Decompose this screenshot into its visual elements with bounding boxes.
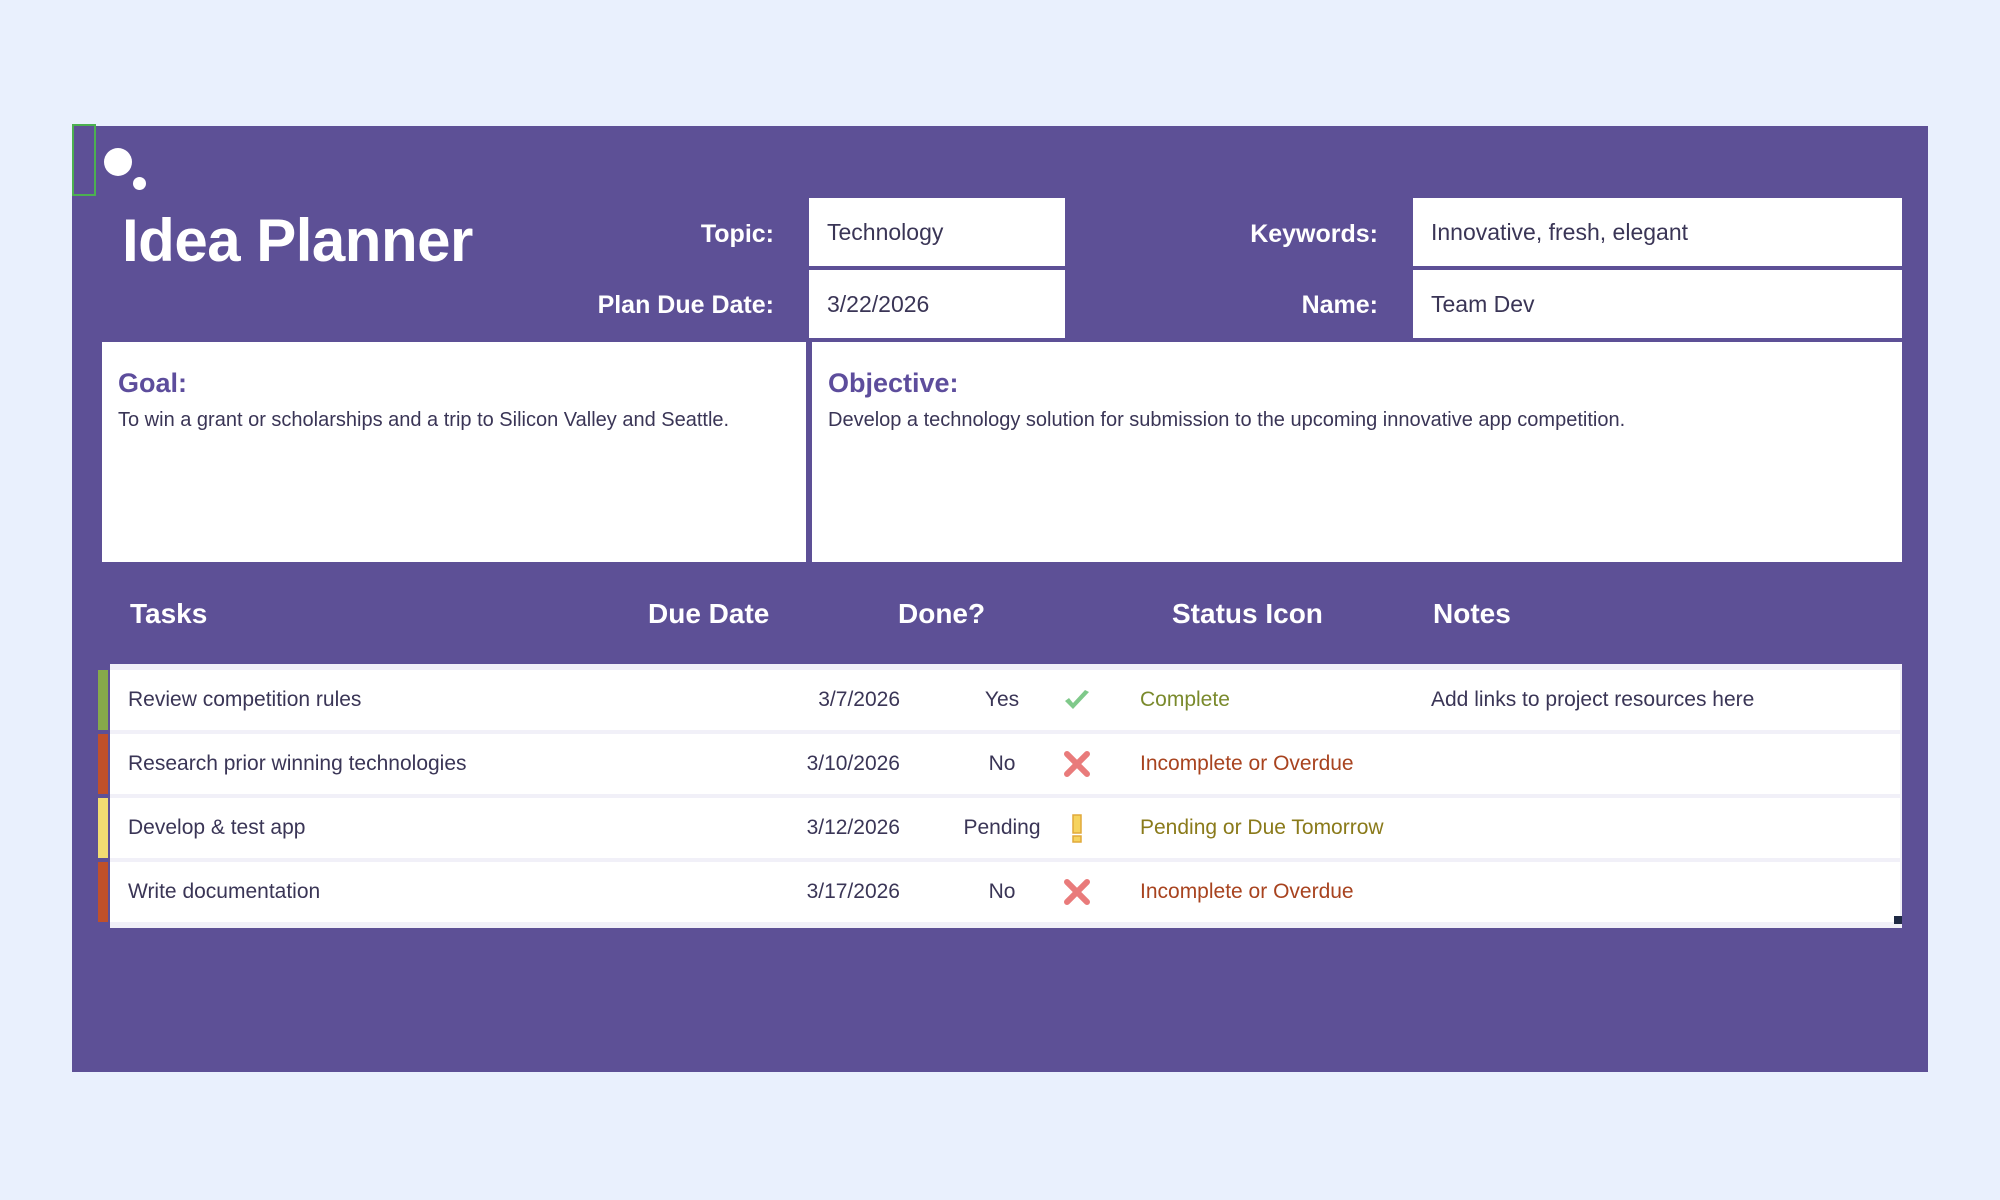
objective-heading: Objective: [828,368,959,398]
task-cell[interactable]: Write documentation [128,880,320,904]
exclamation-icon [1072,814,1082,843]
status-cell[interactable]: Incomplete or Overdue [1140,880,1354,904]
x-icon [1064,751,1090,777]
plan-due-date-label: Plan Due Date: [597,291,774,319]
keywords-label: Keywords: [1250,220,1378,248]
task-cell[interactable]: Research prior winning technologies [128,752,467,776]
done-cell[interactable]: No [937,752,1067,776]
page-title: Idea Planner [122,207,473,274]
done-cell[interactable]: No [937,880,1067,904]
status-cell[interactable]: Incomplete or Overdue [1140,752,1354,776]
logo-dot-small-icon [133,177,146,190]
table-resize-handle[interactable] [1894,916,1902,924]
plan-due-date-field[interactable]: 3/22/2026 [809,270,1065,338]
row-status-bar [98,798,108,858]
done-cell[interactable]: Yes [937,688,1067,712]
cell-selection-cursor[interactable] [72,124,96,196]
notes-cell[interactable]: Add links to project resources here [1431,688,1754,712]
logo-dot-icon [104,148,132,176]
table-row[interactable]: Research prior winning technologies 3/10… [98,734,1900,794]
due-date-cell[interactable]: 3/12/2026 [807,816,900,840]
objective-box[interactable]: Objective: Develop a technology solution… [812,342,1902,562]
row-status-bar [98,670,108,730]
done-cell[interactable]: Pending [937,816,1067,840]
task-cell[interactable]: Review competition rules [128,688,361,712]
goal-heading: Goal: [118,368,188,398]
topic-field[interactable]: Technology [809,198,1065,266]
column-header-tasks[interactable]: Tasks [130,598,207,630]
status-cell[interactable]: Complete [1140,688,1230,712]
name-field[interactable]: Team Dev [1413,270,1902,338]
row-status-bar [98,862,108,922]
keywords-field[interactable]: Innovative, fresh, elegant [1413,198,1902,266]
table-row[interactable]: Develop & test app 3/12/2026 Pending Pen… [98,798,1900,858]
goal-text: To win a grant or scholarships and a tri… [118,409,730,431]
due-date-cell[interactable]: 3/17/2026 [807,880,900,904]
due-date-cell[interactable]: 3/10/2026 [807,752,900,776]
x-icon [1064,879,1090,905]
column-header-status-icon[interactable]: Status Icon [1172,598,1323,630]
due-date-cell[interactable]: 3/7/2026 [818,688,900,712]
check-icon [1065,690,1089,709]
task-cell[interactable]: Develop & test app [128,816,305,840]
table-row[interactable]: Write documentation 3/17/2026 No Incompl… [98,862,1900,922]
column-header-notes[interactable]: Notes [1433,598,1511,630]
objective-text: Develop a technology solution for submis… [828,409,1626,431]
table-row[interactable]: Review competition rules 3/7/2026 Yes Co… [98,670,1900,730]
column-header-due-date[interactable]: Due Date [648,598,769,630]
column-header-done[interactable]: Done? [898,598,985,630]
status-cell[interactable]: Pending or Due Tomorrow [1140,816,1384,840]
topic-label: Topic: [700,220,774,248]
goal-box[interactable]: Goal: To win a grant or scholarships and… [102,342,806,562]
row-status-bar [98,734,108,794]
name-label: Name: [1301,291,1378,319]
